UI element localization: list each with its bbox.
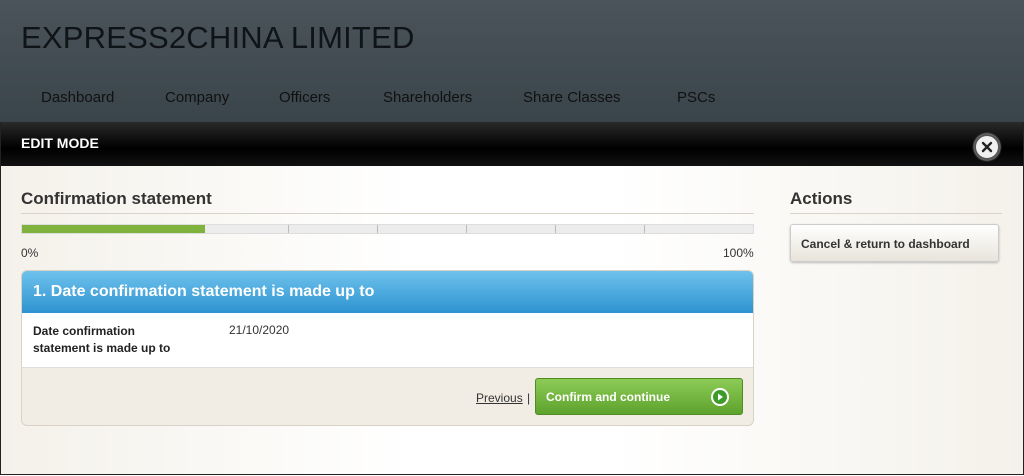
confirm-button-label: Confirm and continue xyxy=(546,390,670,404)
progress-max-label: 100% xyxy=(723,246,754,260)
progress-min-label: 0% xyxy=(21,246,39,260)
nav-officers[interactable]: Officers xyxy=(279,89,330,106)
link-separator: | xyxy=(527,391,531,405)
previous-link[interactable]: Previous xyxy=(476,391,523,405)
close-icon xyxy=(981,141,993,153)
nav-shareholders[interactable]: Shareholders xyxy=(383,89,472,106)
actions-divider xyxy=(790,213,1002,214)
company-name: EXPRESS2CHINA LIMITED xyxy=(21,20,415,55)
section-divider xyxy=(21,213,754,214)
cancel-button-label: Cancel & return to dashboard xyxy=(801,237,970,251)
step-heading: 1. Date confirmation statement is made u… xyxy=(33,283,375,300)
field-value: 21/10/2020 xyxy=(229,323,290,337)
edit-modal: EDIT MODE Confirmation statement 0% 100%… xyxy=(0,122,1024,475)
close-button[interactable] xyxy=(974,134,1000,160)
section-title: Confirmation statement xyxy=(21,189,212,208)
progress-fill xyxy=(22,225,205,233)
nav-company[interactable]: Company xyxy=(165,89,229,106)
step-body: Date confirmation statement is made up t… xyxy=(22,313,753,368)
play-circle-icon xyxy=(711,388,729,406)
progress-bar xyxy=(21,224,754,234)
progress-tick xyxy=(555,225,556,233)
nav-dashboard[interactable]: Dashboard xyxy=(41,89,114,106)
modal-title-bar: EDIT MODE xyxy=(1,122,1023,166)
actions-title: Actions xyxy=(790,189,853,208)
nav-pscs[interactable]: PSCs xyxy=(677,89,715,106)
page-header: EXPRESS2CHINA LIMITED Dashboard Company … xyxy=(0,0,1024,122)
step-panel: 1. Date confirmation statement is made u… xyxy=(21,270,754,426)
cancel-return-button[interactable]: Cancel & return to dashboard xyxy=(790,224,999,262)
progress-tick xyxy=(377,225,378,233)
progress-tick xyxy=(288,225,289,233)
progress-tick xyxy=(644,225,645,233)
step-header: 1. Date confirmation statement is made u… xyxy=(22,271,753,313)
modal-title: EDIT MODE xyxy=(21,135,99,151)
confirm-continue-button[interactable]: Confirm and continue xyxy=(535,378,743,415)
progress-tick xyxy=(466,225,467,233)
nav-share-classes[interactable]: Share Classes xyxy=(523,89,621,106)
field-label: Date confirmation statement is made up t… xyxy=(33,324,171,355)
